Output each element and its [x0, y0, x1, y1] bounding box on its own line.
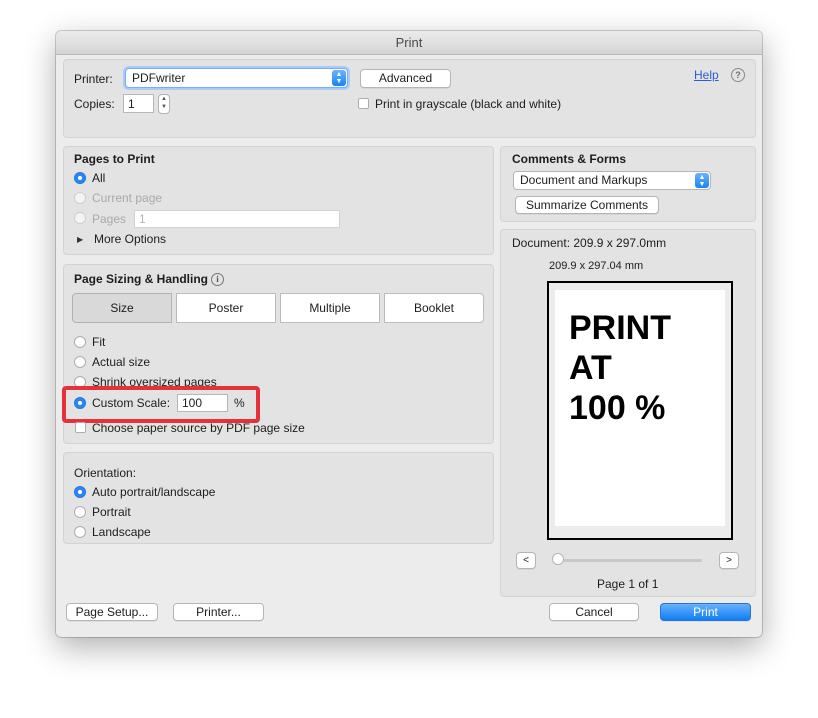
radio-pages [74, 212, 86, 224]
stepper-down-icon[interactable]: ▼ [161, 104, 167, 110]
tab-size[interactable]: Size [72, 293, 172, 323]
prev-page-button[interactable]: < [516, 552, 536, 569]
print-button[interactable]: Print [660, 603, 751, 621]
pages-range-input [134, 210, 340, 228]
preview-size-label: 209.9 x 297.04 mm [549, 260, 644, 272]
page-setup-button[interactable]: Page Setup... [66, 603, 158, 621]
percent-sign: % [234, 396, 245, 410]
preview-page-text: PRINT AT 100 % [569, 308, 671, 428]
radio-all[interactable] [74, 172, 86, 184]
tab-multiple[interactable]: Multiple [280, 293, 380, 323]
preview-page: PRINT AT 100 % [555, 290, 725, 526]
radio-landscape[interactable] [74, 526, 86, 538]
radio-landscape-label[interactable]: Landscape [92, 525, 151, 539]
comments-select-value: Document and Markups [520, 173, 648, 187]
cancel-button[interactable]: Cancel [549, 603, 639, 621]
radio-current-page-label: Current page [92, 191, 163, 205]
printer-button[interactable]: Printer... [173, 603, 264, 621]
radio-auto-orientation-label[interactable]: Auto portrait/landscape [92, 485, 215, 499]
help-link[interactable]: Help [694, 68, 719, 82]
preview-text-line: 100 % [569, 389, 666, 427]
chevron-updown-icon: ▲ ▼ [695, 173, 709, 188]
radio-actual-size-label[interactable]: Actual size [92, 355, 150, 369]
radio-portrait-label[interactable]: Portrait [92, 505, 131, 519]
print-dialog: Print Printer: PDFwriter ▲ ▼ Advanced Hel… [56, 31, 762, 637]
copies-input[interactable] [123, 94, 154, 113]
comments-forms-title: Comments & Forms [512, 152, 627, 166]
stepper-up-icon[interactable]: ▲ [161, 96, 167, 102]
paper-source-label[interactable]: Choose paper source by PDF page size [92, 421, 305, 435]
radio-custom-scale-label[interactable]: Custom Scale: [92, 396, 170, 410]
question-circle-icon[interactable]: ? [731, 68, 745, 82]
copies-label: Copies: [74, 97, 115, 111]
comments-select[interactable]: Document and Markups ▲ ▼ [513, 171, 711, 190]
page-slider-knob[interactable] [552, 553, 564, 565]
info-circle-icon[interactable]: i [211, 273, 224, 286]
pages-to-print-title: Pages to Print [74, 152, 155, 166]
preview-text-line: AT [569, 349, 612, 387]
summarize-comments-button[interactable]: Summarize Comments [515, 196, 659, 214]
next-page-button[interactable]: > [719, 552, 739, 569]
radio-all-label[interactable]: All [92, 171, 105, 185]
page-indicator: Page 1 of 1 [597, 577, 659, 591]
radio-portrait[interactable] [74, 506, 86, 518]
custom-scale-input[interactable] [177, 394, 228, 412]
grayscale-label[interactable]: Print in grayscale (black and white) [375, 97, 561, 111]
preview-frame: PRINT AT 100 % [547, 281, 733, 540]
copies-stepper[interactable]: ▲ ▼ [158, 94, 170, 114]
grayscale-checkbox[interactable] [358, 98, 369, 109]
preview-text-line: PRINT [569, 309, 671, 347]
page-slider-track[interactable] [554, 559, 702, 562]
radio-pages-label: Pages [92, 212, 127, 226]
document-size-label: Document: 209.9 x 297.0mm [512, 236, 667, 250]
radio-current-page [74, 192, 86, 204]
window-title: Print [56, 31, 762, 55]
orientation-title: Orientation: [74, 466, 137, 480]
page-sizing-title: Page Sizing & Handling [74, 272, 209, 286]
chevron-updown-icon: ▲ ▼ [332, 70, 346, 86]
tab-booklet[interactable]: Booklet [384, 293, 484, 323]
radio-fit[interactable] [74, 336, 86, 348]
printer-select[interactable]: PDFwriter ▲ ▼ [125, 68, 348, 88]
printer-select-value: PDFwriter [132, 71, 186, 85]
more-options-label[interactable]: More Options [94, 232, 166, 246]
disclosure-triangle-icon[interactable]: ▶ [77, 235, 83, 244]
printer-label: Printer: [74, 72, 113, 86]
advanced-button[interactable]: Advanced [360, 69, 451, 88]
radio-fit-label[interactable]: Fit [92, 335, 105, 349]
radio-custom-scale[interactable] [74, 397, 86, 409]
tab-poster[interactable]: Poster [176, 293, 276, 323]
paper-source-checkbox[interactable] [75, 422, 86, 433]
radio-actual-size[interactable] [74, 356, 86, 368]
radio-auto-orientation[interactable] [74, 486, 86, 498]
